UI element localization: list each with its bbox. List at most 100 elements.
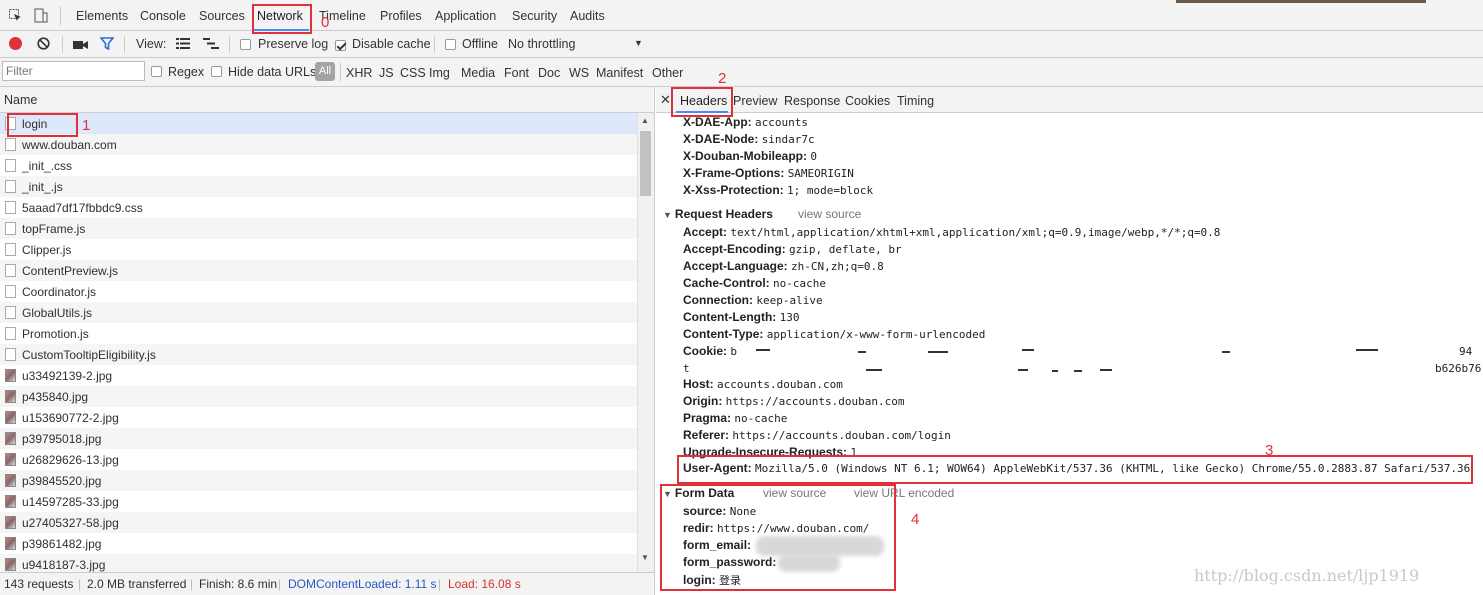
capture-screenshots-icon[interactable] (73, 39, 88, 49)
tab-cookies[interactable]: Cookies (845, 94, 890, 108)
divider: | (190, 577, 194, 591)
preserve-log-checkbox[interactable] (240, 39, 251, 50)
request-row[interactable]: topFrame.js (0, 218, 637, 239)
tab-preview[interactable]: Preview (733, 94, 777, 108)
request-row[interactable]: _init_.js (0, 176, 637, 197)
tab-console[interactable]: Console (140, 9, 186, 23)
inspect-element-icon[interactable] (9, 9, 22, 22)
redaction-mark (1022, 349, 1034, 351)
request-row[interactable]: p435840.jpg (0, 386, 637, 407)
disable-cache-label: Disable cache (352, 37, 431, 51)
tab-application[interactable]: Application (435, 9, 496, 23)
offline-checkbox[interactable] (445, 39, 456, 50)
offline-label: Offline (462, 37, 498, 51)
type-filter-all[interactable]: All (315, 62, 335, 81)
header-key: Pragma: (683, 411, 732, 425)
request-row[interactable]: Promotion.js (0, 323, 637, 344)
tab-profiles[interactable]: Profiles (380, 9, 422, 23)
scroll-down-arrow-icon[interactable]: ▼ (641, 553, 649, 562)
header-value: keep-alive (756, 294, 823, 307)
type-filter-img[interactable]: Img (429, 66, 450, 80)
request-row[interactable]: u27405327-58.jpg (0, 512, 637, 533)
scrollbar-thumb[interactable] (640, 131, 651, 196)
request-row[interactable]: Clipper.js (0, 239, 637, 260)
tab-audits[interactable]: Audits (570, 9, 605, 23)
request-row[interactable]: Coordinator.js (0, 281, 637, 302)
type-filter-media[interactable]: Media (461, 66, 495, 80)
tab-timing[interactable]: Timing (897, 94, 934, 108)
scroll-up-arrow-icon[interactable]: ▲ (641, 116, 649, 125)
document-file-icon (5, 180, 16, 193)
request-row[interactable]: _init_.css (0, 155, 637, 176)
header-key: Cache-Control: (683, 276, 770, 290)
status-bar: 143 requests | 2.0 MB transferred | Fini… (0, 572, 655, 595)
header-value: b (730, 345, 737, 358)
request-row[interactable]: ContentPreview.js (0, 260, 637, 281)
request-row[interactable]: u26829626-13.jpg (0, 449, 637, 470)
close-icon[interactable]: ✕ (660, 92, 671, 108)
disable-cache-checkbox[interactable] (335, 40, 346, 51)
request-headers-view-source-link[interactable]: view source (798, 207, 861, 221)
header-key: X-Douban-Mobileapp: (683, 149, 807, 163)
request-row[interactable]: p39861482.jpg (0, 533, 637, 554)
divider (60, 6, 61, 25)
request-row[interactable]: www.douban.com (0, 134, 637, 155)
type-filter-other[interactable]: Other (652, 66, 683, 80)
tab-response[interactable]: Response (784, 94, 840, 108)
name-column-header[interactable]: Name (0, 87, 654, 113)
request-row[interactable]: p39845520.jpg (0, 470, 637, 491)
type-filter-font[interactable]: Font (504, 66, 529, 80)
tab-elements[interactable]: Elements (76, 9, 128, 23)
record-icon[interactable] (9, 37, 22, 50)
type-filter-xhr[interactable]: XHR (346, 66, 372, 80)
request-name: p435840.jpg (22, 390, 89, 404)
request-row[interactable]: CustomTooltipEligibility.js (0, 344, 637, 365)
divider: | (438, 577, 442, 591)
header-line: Content-Length: 130 (683, 310, 800, 324)
document-file-icon (5, 138, 16, 151)
throttling-select[interactable]: No throttling (508, 37, 575, 51)
header-value: accounts (755, 116, 808, 129)
filter-funnel-icon[interactable] (99, 37, 115, 51)
tab-sources[interactable]: Sources (199, 9, 245, 23)
request-row[interactable]: login (0, 113, 637, 134)
request-row[interactable]: p39795018.jpg (0, 428, 637, 449)
tab-security[interactable]: Security (512, 9, 557, 23)
clear-icon[interactable] (37, 37, 50, 50)
annotation-box-user-agent (677, 455, 1473, 484)
annotation-box-headers-tab (671, 87, 733, 117)
document-file-icon (5, 159, 16, 172)
cookie-value-line-2: t (683, 362, 690, 375)
filter-input[interactable] (2, 61, 145, 81)
request-row[interactable]: u9418187-3.jpg (0, 554, 637, 572)
name-column-label: Name (4, 93, 38, 107)
header-value: zh-CN,zh;q=0.8 (791, 260, 884, 273)
header-value: SAMEORIGIN (787, 167, 854, 180)
large-rows-icon[interactable] (176, 38, 190, 49)
request-row[interactable]: GlobalUtils.js (0, 302, 637, 323)
header-value: 0 (810, 150, 817, 163)
triangle-down-icon: ▼ (663, 210, 672, 220)
waterfall-overview-icon[interactable] (203, 38, 219, 49)
request-row[interactable]: u153690772-2.jpg (0, 407, 637, 428)
header-key: X-Xss-Protection: (683, 183, 784, 197)
header-value: accounts.douban.com (717, 378, 843, 391)
request-row[interactable]: 5aaad7df17fbbdc9.css (0, 197, 637, 218)
header-value: application/x-www-form-urlencoded (766, 328, 986, 341)
type-filter-ws[interactable]: WS (569, 66, 589, 80)
header-value: text/html,application/xhtml+xml,applicat… (730, 226, 1221, 239)
header-line: Cookie: b (683, 344, 737, 358)
request-name: u26829626-13.jpg (22, 453, 119, 467)
device-toolbar-icon[interactable] (34, 8, 48, 23)
header-key: X-Frame-Options: (683, 166, 785, 180)
type-filter-css[interactable]: CSS (400, 66, 426, 80)
type-filter-doc[interactable]: Doc (538, 66, 560, 80)
request-row[interactable]: u14597285-33.jpg (0, 491, 637, 512)
chevron-down-icon[interactable]: ▼ (634, 38, 643, 48)
request-headers-section-toggle[interactable]: ▼ Request Headers (663, 207, 773, 221)
request-row[interactable]: u33492139-2.jpg (0, 365, 637, 386)
hide-data-urls-checkbox[interactable] (211, 66, 222, 77)
regex-checkbox[interactable] (151, 66, 162, 77)
type-filter-js[interactable]: JS (379, 66, 394, 80)
type-filter-manifest[interactable]: Manifest (596, 66, 643, 80)
